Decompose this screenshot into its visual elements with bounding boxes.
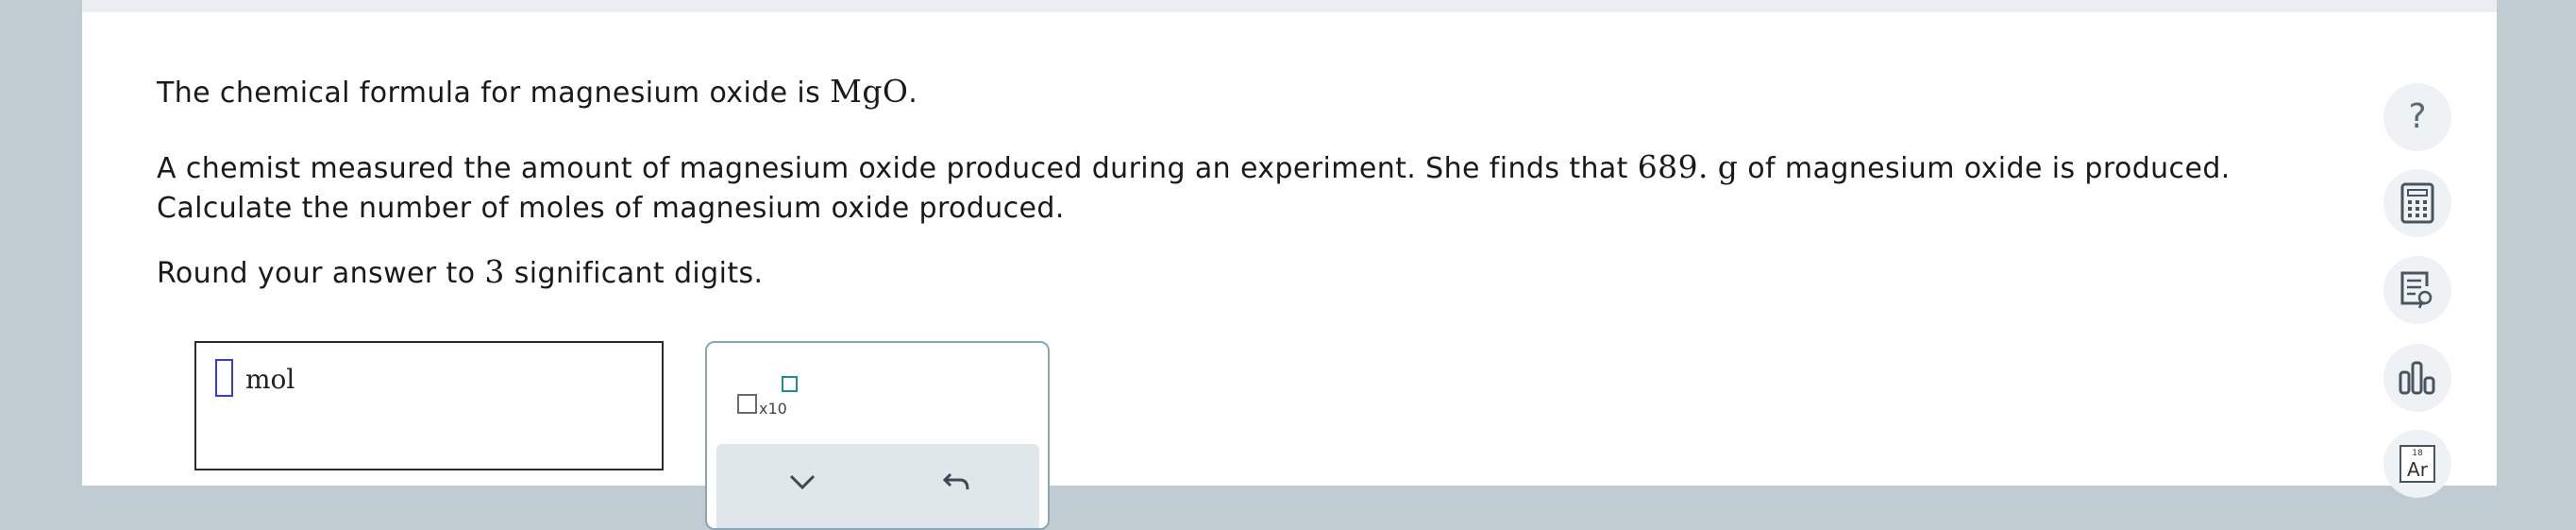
periodic-element-symbol: Ar	[2407, 458, 2428, 481]
mass-unit: g	[1717, 148, 1739, 185]
x10-label: x10	[759, 400, 787, 418]
significant-digits: 3	[484, 253, 505, 290]
formula-intro-text: The chemical formula for magnesium oxide…	[157, 77, 831, 110]
main-panel: The chemical formula for magnesium oxide…	[82, 0, 2497, 530]
data-chart-button[interactable]	[2383, 344, 2451, 412]
periodic-table-button[interactable]: 18 Ar	[2383, 430, 2451, 498]
tools-sidebar: ? 18 Ar	[2383, 0, 2459, 498]
rounding-text-after: significant digits.	[504, 257, 764, 290]
calculator-button[interactable]	[2383, 169, 2451, 237]
rounding-text-before: Round your answer to	[157, 257, 485, 290]
bar-chart-icon	[2399, 361, 2435, 395]
question-body: A chemist measured the amount of magnesi…	[157, 147, 2347, 229]
periodic-atomic-number: 18	[2412, 449, 2423, 458]
x10-exponent-box	[782, 376, 798, 392]
rounding-instruction: Round your answer to 3 significant digit…	[157, 252, 763, 294]
formula-mgo: MgO	[830, 73, 909, 110]
question-text-before: A chemist measured the amount of magnesi…	[157, 152, 1638, 185]
question-mark-icon: ?	[2408, 97, 2427, 136]
x10-button[interactable]: x10	[732, 371, 807, 419]
periodic-table-icon: 18 Ar	[2399, 445, 2435, 483]
tool-actions-bar	[716, 444, 1039, 528]
formula-period: .	[908, 77, 918, 110]
help-button[interactable]: ?	[2383, 83, 2451, 151]
undo-icon[interactable]	[941, 469, 971, 499]
question-formula-line: The chemical formula for magnesium oxide…	[157, 72, 918, 113]
top-strip	[82, 0, 2497, 12]
answer-cursor[interactable]	[215, 359, 233, 397]
mass-value: 689.	[1637, 148, 1709, 185]
answer-unit: mol	[245, 364, 295, 395]
calculator-icon	[2400, 182, 2434, 224]
x10-base-box	[737, 394, 757, 414]
notes-button[interactable]	[2383, 256, 2451, 324]
math-tool-panel: x10	[705, 341, 1050, 530]
answer-input[interactable]: mol	[194, 341, 664, 470]
clear-x-icon[interactable]	[787, 469, 817, 499]
notes-icon	[2400, 271, 2433, 309]
